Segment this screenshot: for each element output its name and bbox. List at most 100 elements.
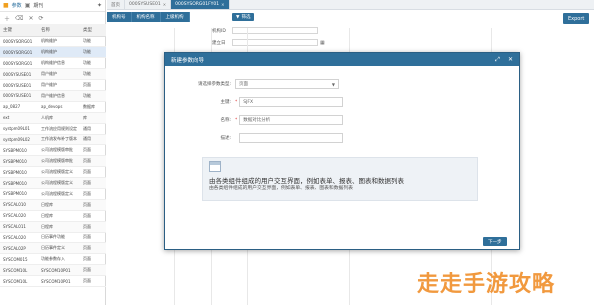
cell-type: 页面	[80, 188, 106, 200]
cell-name: 公司流程模版定义	[38, 188, 80, 200]
table-row[interactable]: 000SYSUSE01 用户维护 功能	[0, 68, 106, 81]
name-input[interactable]: 数据对比分析	[239, 115, 344, 125]
cell-key: SYSCOM10L	[0, 264, 38, 277]
bookmark-icon: ▣	[24, 2, 31, 9]
cell-type: 功能	[80, 90, 106, 102]
pin-icon[interactable]: ✦	[97, 2, 102, 9]
table-row[interactable]: SYSCOM015 功能参数存入 页面	[0, 253, 106, 266]
cell-key: SYSCAL011	[0, 221, 38, 233]
table-row[interactable]: 000SYSORG01 机构维护信息 功能	[0, 57, 106, 70]
refresh-icon[interactable]: ⟳	[39, 15, 44, 22]
cell-key: SYSBPM010	[0, 166, 38, 179]
cell-name: 日程库	[38, 221, 80, 233]
column-header-type[interactable]: 类型	[80, 24, 106, 37]
cell-type: 页面	[80, 275, 106, 287]
key-label-wrap: 主键:	[195, 99, 235, 105]
cell-name: 日程库	[38, 210, 80, 222]
table-row[interactable]: SYSCAL011 日程库 页面	[0, 221, 106, 233]
param-table: 主键 名称 类型 000SYSORG01 机构维护 功能 000SYSORG01 机构维…	[0, 24, 106, 287]
table-row[interactable]: 000SYSORG01 机构维护 功能	[0, 36, 106, 48]
cell-type: 通用	[80, 123, 106, 135]
cell-key: 000SYSUSE01	[0, 90, 38, 102]
table-row[interactable]: 000SYSUSE01 用户维护信息 功能	[0, 90, 106, 102]
table-row[interactable]: systpm09L01 工作流应用规则设定 通用	[0, 123, 106, 135]
cell-type: 功能	[80, 46, 106, 59]
table-row[interactable]: SYSCAL020 日历事件功能 页面	[0, 232, 106, 244]
type-description-subtitle: 由各类组件组成的用户交互界面，例如表单、报表、图表和数据列表	[209, 186, 353, 191]
table-row[interactable]: SYSCOM10L SYSCOM10P01 页面	[0, 275, 106, 287]
table-row[interactable]: SYSBPM010 公司流程模版审批 页面	[0, 155, 106, 168]
window-icon	[209, 161, 221, 172]
desc-label-wrap: 描述:	[195, 135, 235, 141]
dialog-title: 新建参数向导	[171, 57, 205, 64]
dialog-header: 新建参数向导 ⤢ ✕	[165, 53, 519, 66]
watermark-text: 走走手游攻略	[417, 272, 556, 297]
cell-type: 页面	[80, 232, 106, 244]
close-icon[interactable]: ✕	[221, 2, 224, 7]
cell-key: SYSCAL010	[0, 199, 38, 211]
delete-icon[interactable]: ⌫	[15, 15, 23, 22]
cell-name: 日历事件定义	[38, 242, 80, 255]
column-header-key[interactable]: 主键	[0, 24, 38, 37]
table-row[interactable]: 000SYSUSE01 用户维护 页面	[0, 79, 106, 91]
name-row: 名称: * 数据对比分析	[195, 115, 344, 125]
cell-key: 000SYSUSE01	[0, 68, 38, 81]
cell-type: 页面	[80, 155, 106, 168]
cell-type: 页面	[80, 144, 106, 157]
close-icon[interactable]: ✕	[163, 2, 166, 7]
table-row[interactable]: SYSBPM010 公司流程模版定义 页面	[0, 188, 106, 200]
table-row[interactable]: ap_0827 ap_devops 数据库	[0, 101, 106, 113]
tab-home[interactable]: 首页	[107, 0, 125, 9]
filter-button[interactable]: ▼ 筛选	[232, 13, 255, 21]
cell-type: 页面	[80, 221, 106, 233]
table-row[interactable]: SYSBPM010 公司流程模版定义 页面	[0, 177, 106, 189]
desc-input[interactable]	[239, 133, 344, 143]
next-button[interactable]: 下一步	[483, 237, 507, 246]
cell-name: 日程库	[38, 199, 80, 211]
table-row[interactable]: SYSCOM10L SYSCOM10P01 页面	[0, 264, 106, 277]
key-input[interactable]: SJFX	[239, 97, 344, 107]
tab-org-maint[interactable]: 000SYSORG01FY01 ✕	[171, 0, 230, 9]
left-panel-toolbar: ＋ ⌫ ✕ ⟳	[0, 12, 105, 24]
table-row[interactable]: SYSBPM010 公司流程模版审批 页面	[0, 144, 106, 157]
name-label: 名称:	[220, 118, 231, 123]
close-icon[interactable]: ✕	[29, 15, 34, 22]
cell-type: 页面	[80, 242, 106, 255]
cell-key: 000SYSORG01	[0, 46, 38, 59]
tab-user-maint[interactable]: 000SYSUSE01 ✕	[125, 0, 172, 9]
cell-name: 机构维护	[38, 46, 80, 59]
table-row[interactable]: ext 人机库库	[0, 112, 106, 124]
type-label: 请选择参数类型:	[197, 82, 231, 87]
cell-name: 公司流程模版定义	[38, 166, 80, 179]
maximize-icon[interactable]: ⤢	[495, 56, 500, 64]
cell-name: 工作流应用规则设定	[38, 123, 80, 135]
cell-type: 页面	[80, 253, 106, 266]
table-row[interactable]: SYSBPM010 公司流程模版定义 页面	[0, 166, 106, 179]
close-icon[interactable]: ✕	[508, 56, 513, 64]
add-icon[interactable]: ＋	[4, 14, 10, 23]
grid-header-parent-org[interactable]: 上级机构	[160, 12, 190, 22]
table-row[interactable]: SYSCAL02P 日历事件定义 页面	[0, 242, 106, 255]
tab-params[interactable]: 参数	[12, 2, 22, 9]
tab-periodicals[interactable]: 期刊	[33, 2, 43, 9]
table-row[interactable]: SYSCAL020 日程库 页面	[0, 210, 106, 222]
table-row[interactable]: systpm09L02 工作流发布补丁版本 通用	[0, 134, 106, 146]
cell-type: 页面	[80, 210, 106, 222]
cell-name: 机构维护	[38, 36, 80, 48]
grid-header-org-name[interactable]: 机构名称	[131, 12, 161, 22]
chevron-down-icon: ▼	[331, 81, 335, 87]
grid-header-org-no[interactable]: 机构号	[107, 12, 132, 22]
column-header-name[interactable]: 名称	[38, 24, 80, 37]
type-select[interactable]: 页面 ▼	[235, 79, 339, 89]
name-label-wrap: 名称:	[195, 117, 235, 123]
cell-key: systpm09L02	[0, 134, 38, 146]
top-tab-strip: 首页 000SYSUSE01 ✕ 000SYSORG01FY01 ✕	[107, 0, 594, 10]
type-row: 请选择参数类型: 页面 ▼	[165, 79, 339, 89]
cell-key: SYSBPM010	[0, 144, 38, 157]
cell-type: 功能	[80, 36, 106, 48]
export-button[interactable]: Export	[563, 13, 590, 24]
grid-column-strip: 机构号 机构名称 上级机构	[107, 10, 594, 24]
table-row[interactable]: 000SYSORG01 机构维护 功能	[0, 46, 106, 59]
name-input-value: 数据对比分析	[243, 118, 271, 123]
table-row[interactable]: SYSCAL010 日程库 页面	[0, 199, 106, 211]
